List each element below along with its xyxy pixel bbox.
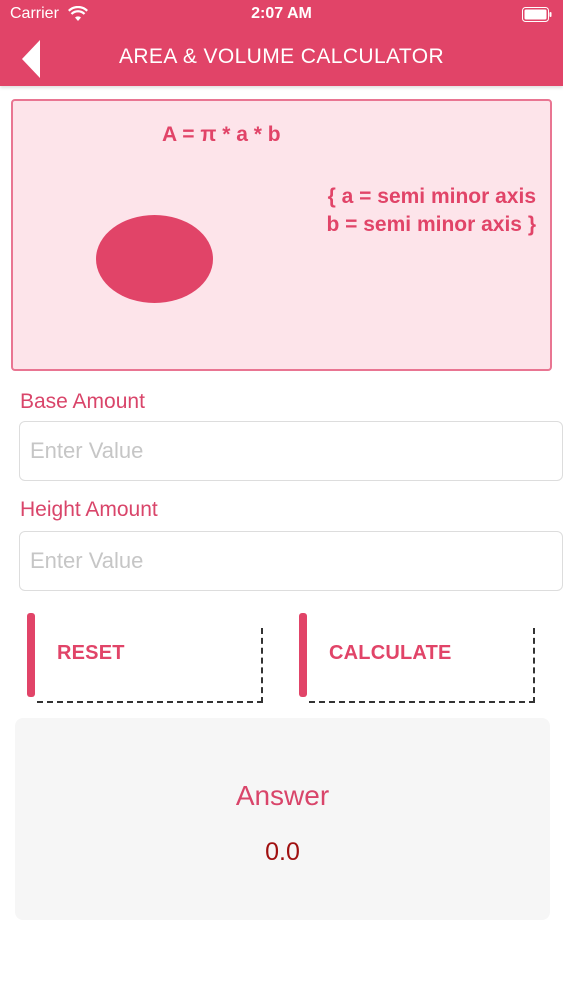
status-time: 2:07 AM — [251, 5, 312, 22]
battery-icon — [522, 7, 552, 22]
reset-dashed-border — [37, 628, 263, 703]
ellipse-illustration — [96, 215, 213, 303]
status-bar: Carrier 2:07 AM — [0, 0, 563, 30]
height-amount-input[interactable] — [19, 531, 563, 591]
formula-card: A = π * a * b { a = semi minor axis b = … — [11, 99, 552, 371]
answer-card: Answer 0.0 — [15, 718, 550, 920]
app-bar: Carrier 2:07 AM AREA & VOLUME CALCULATOR — [0, 0, 563, 86]
calculate-accent-bar — [299, 613, 307, 697]
reset-label: RESET — [57, 642, 125, 664]
base-amount-label: Base Amount — [20, 390, 145, 413]
legend-line-2: b = semi minor axis } — [326, 213, 536, 236]
legend-line-1: { a = semi minor axis — [327, 185, 536, 208]
height-amount-label: Height Amount — [20, 498, 158, 521]
formula-text: A = π * a * b — [162, 123, 281, 146]
calculate-dashed-border — [309, 628, 535, 703]
answer-value: 0.0 — [265, 838, 300, 866]
calculate-label: CALCULATE — [329, 642, 452, 664]
formula-legend: { a = semi minor axis b = semi minor axi… — [326, 183, 536, 239]
page-title: AREA & VOLUME CALCULATOR — [118, 45, 445, 68]
reset-button[interactable]: RESET — [27, 613, 263, 703]
answer-title: Answer — [235, 780, 330, 811]
reset-accent-bar — [27, 613, 35, 697]
base-amount-input[interactable] — [19, 421, 563, 481]
calculate-button[interactable]: CALCULATE — [299, 613, 535, 703]
